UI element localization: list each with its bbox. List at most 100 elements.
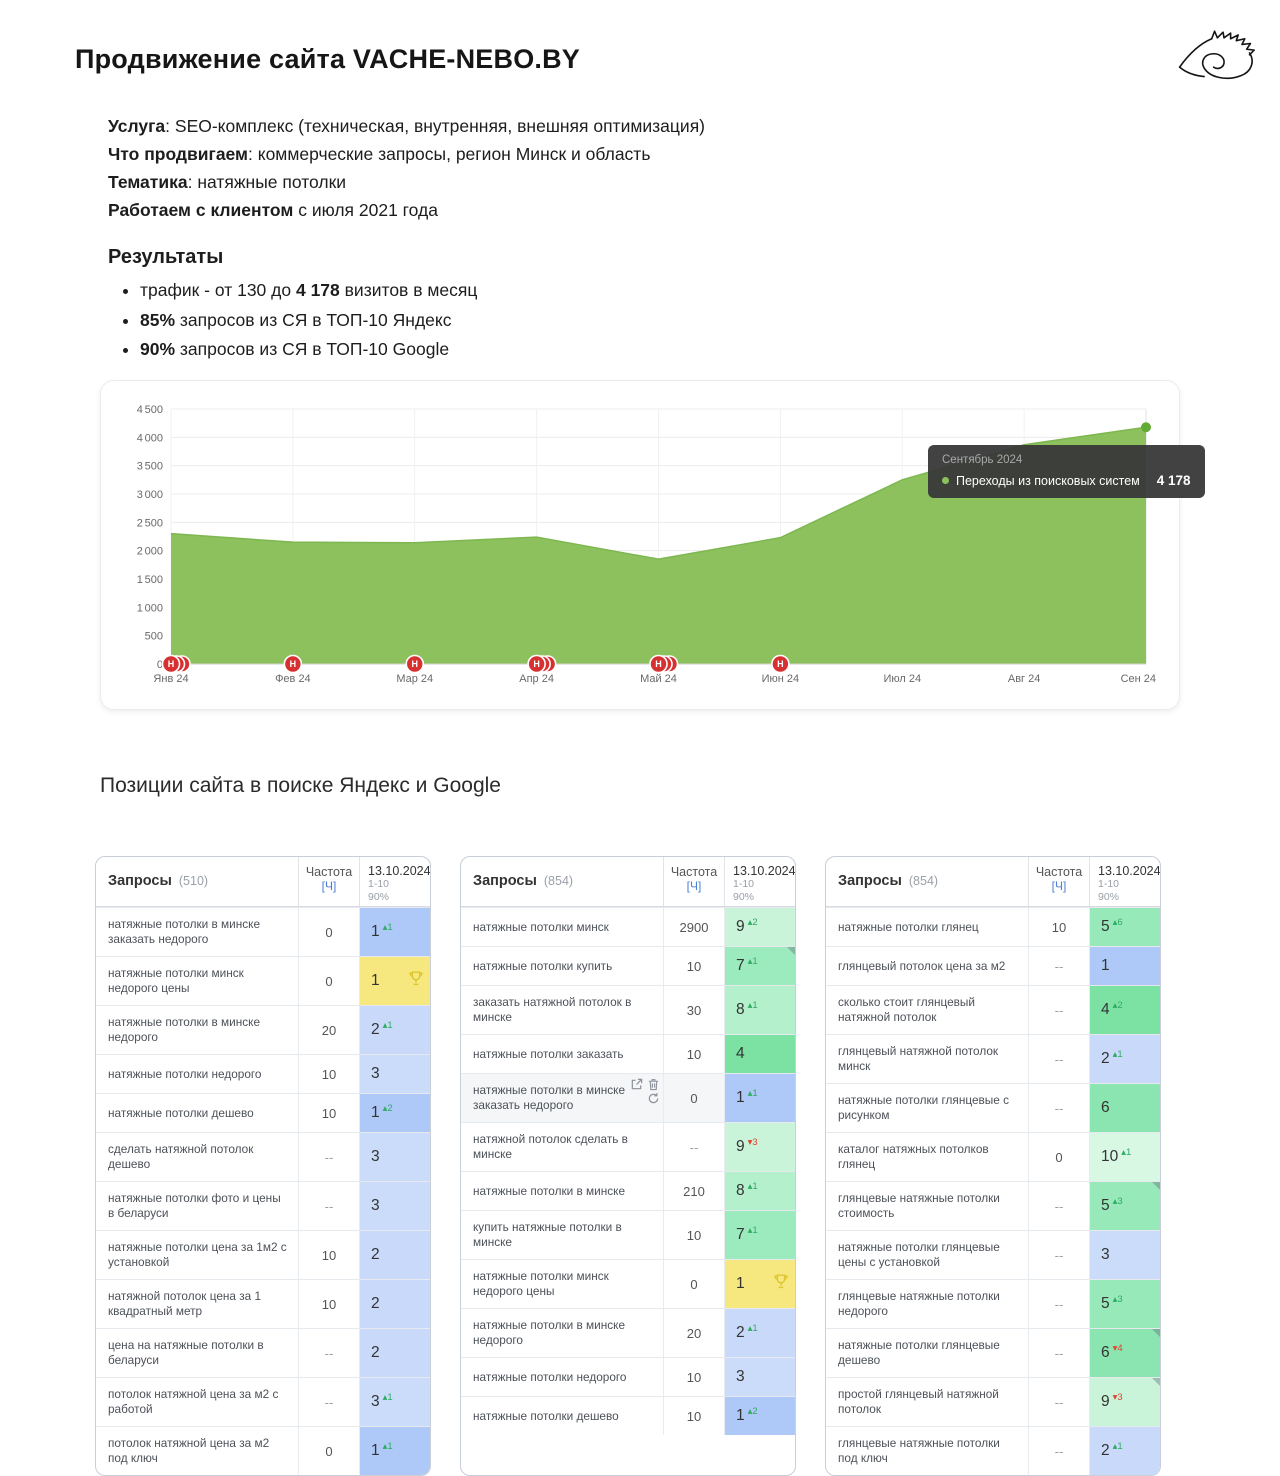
table-row[interactable]: натяжной потолок сделать в минске -- 9 ▾3 bbox=[461, 1122, 795, 1171]
position-change: ▴1 bbox=[382, 1440, 393, 1452]
frequency-cell: -- bbox=[1028, 1182, 1090, 1230]
query-cell: натяжные потолки недорого bbox=[473, 1369, 627, 1384]
table-row[interactable]: натяжные потолки минск 2900 9 ▴2 bbox=[461, 907, 795, 946]
table-row[interactable]: цена на натяжные потолки в беларуси -- 2 bbox=[96, 1328, 430, 1377]
table-row[interactable]: натяжные потолки минск недорого цены 0 1 bbox=[461, 1259, 795, 1308]
table-row[interactable]: натяжные потолки в минске недорого 20 2 ▴… bbox=[461, 1308, 795, 1357]
delete-icon[interactable] bbox=[647, 1078, 660, 1091]
date-header[interactable]: 13.10.2024 1-10 90% bbox=[360, 857, 430, 906]
table-row[interactable]: натяжные потолки недорого 10 3 bbox=[461, 1357, 795, 1396]
query-cell: натяжные потолки минск недорого цены bbox=[108, 966, 244, 995]
position-cell: 9 ▴2 bbox=[725, 908, 795, 946]
position-cell: 3 bbox=[360, 1182, 430, 1230]
table-row[interactable]: сделать натяжной потолок дешево -- 3 bbox=[96, 1132, 430, 1181]
table-row[interactable]: простой глянцевый натяжной потолок -- 9 ▾… bbox=[826, 1377, 1160, 1426]
position-cell: 3 bbox=[1090, 1231, 1160, 1279]
position-cell: 1 ▴2 bbox=[360, 1094, 430, 1132]
position-change: ▾4 bbox=[1112, 1342, 1123, 1354]
frequency-cell: 10 bbox=[298, 1094, 360, 1132]
query-cell: сделать натяжной потолок дешево bbox=[108, 1142, 254, 1171]
table-row[interactable]: натяжные потолки минск недорого цены 0 1 bbox=[96, 956, 430, 1005]
table-row[interactable]: натяжные потолки в минске заказать недор… bbox=[96, 907, 430, 956]
frequency-cell: -- bbox=[298, 1329, 360, 1377]
table-row[interactable]: глянцевые натяжные потолки стоимость -- … bbox=[826, 1181, 1160, 1230]
x-tick-label: Июл 24 bbox=[883, 673, 921, 685]
table-row[interactable]: натяжные потолки глянцевые дешево -- 6 ▾4 bbox=[826, 1328, 1160, 1377]
open-url-icon[interactable] bbox=[630, 1078, 643, 1091]
table-row[interactable]: натяжные потолки глянцевые с рисунком --… bbox=[826, 1083, 1160, 1132]
table-row[interactable]: натяжные потолки дешево 10 1 ▴2 bbox=[461, 1396, 795, 1435]
frequency-cell: 10 bbox=[298, 1055, 360, 1093]
position-cell: 10 ▴1 bbox=[1090, 1133, 1160, 1181]
frequency-unit-link[interactable]: [Ч] bbox=[1052, 879, 1067, 893]
position-cell: 9 ▾3 bbox=[725, 1123, 795, 1171]
query-cell: натяжные потолки минск bbox=[473, 919, 609, 934]
x-tick-label: Мар 24 bbox=[396, 673, 433, 685]
position-change: ▴1 bbox=[747, 1087, 758, 1099]
table-row[interactable]: натяжные потолки дешево 10 1 ▴2 bbox=[96, 1093, 430, 1132]
metrika-note-letter: Н bbox=[533, 659, 540, 669]
query-cell: натяжные потолки в минске недорого bbox=[473, 1318, 626, 1347]
frequency-unit-link[interactable]: [Ч] bbox=[687, 879, 702, 893]
position-cell: 7 ▴1 bbox=[725, 1211, 795, 1259]
chart-tooltip: Сентябрь 2024 Переходы из поисковых сист… bbox=[928, 445, 1205, 498]
table-row[interactable]: натяжной потолок цена за 1 квадратный ме… bbox=[96, 1279, 430, 1328]
x-tick-label: Апр 24 bbox=[519, 673, 554, 685]
table-row[interactable]: глянцевые натяжные потолки недорого -- 5… bbox=[826, 1279, 1160, 1328]
frequency-cell: -- bbox=[1028, 1329, 1090, 1377]
date-header[interactable]: 13.10.2024 1-10 90% bbox=[725, 857, 795, 906]
frequency-cell: 2900 bbox=[663, 908, 725, 946]
position-cell: 1 bbox=[1090, 947, 1160, 985]
table-row[interactable]: сколько стоит глянцевый натяжной потолок… bbox=[826, 985, 1160, 1034]
trophy-icon bbox=[407, 970, 425, 993]
table-row[interactable]: потолок натяжной цена за м2 с работой --… bbox=[96, 1377, 430, 1426]
queries-header-label: Запросы bbox=[473, 873, 537, 889]
table-row[interactable]: натяжные потолки глянцевые цены с устано… bbox=[826, 1230, 1160, 1279]
table-row[interactable]: натяжные потолки цена за 1м2 с установко… bbox=[96, 1230, 430, 1279]
y-tick-label: 1 000 bbox=[137, 602, 163, 614]
frequency-header: Частота [Ч] bbox=[298, 857, 360, 906]
table-row[interactable]: потолок натяжной цена за м2 под ключ 0 1… bbox=[96, 1426, 430, 1475]
frequency-cell: -- bbox=[1028, 1378, 1090, 1426]
table-row[interactable]: натяжные потолки в минске недорого 20 2 ▴… bbox=[96, 1005, 430, 1054]
table-row[interactable]: купить натяжные потолки в минске 10 7 ▴1 bbox=[461, 1210, 795, 1259]
x-tick-label: Фев 24 bbox=[275, 673, 311, 685]
frequency-cell: 10 bbox=[663, 1397, 725, 1435]
position-change: ▴1 bbox=[747, 1322, 758, 1334]
table-row[interactable]: глянцевый натяжной потолок минск -- 2 ▴1 bbox=[826, 1034, 1160, 1083]
position-change: ▴2 bbox=[382, 1102, 393, 1114]
positions-tables: Запросы (510) Частота [Ч] 13.10.2024 1-10 90… bbox=[95, 856, 1161, 1476]
frequency-cell: -- bbox=[298, 1133, 360, 1181]
y-tick-label: 3 000 bbox=[137, 489, 163, 501]
info-line-since: Работаем с клиентом с июля 2021 года bbox=[108, 200, 438, 220]
x-tick-label: Янв 24 bbox=[153, 673, 188, 685]
table-row[interactable]: натяжные потолки недорого 10 3 bbox=[96, 1054, 430, 1093]
info-line-topic: Тематика: натяжные потолки bbox=[108, 172, 346, 192]
query-cell: глянцевый потолок цена за м2 bbox=[838, 958, 1006, 973]
table-row[interactable]: натяжные потолки глянец 10 5 ▴6 bbox=[826, 907, 1160, 946]
table-row[interactable]: каталог натяжных потолков глянец 0 10 ▴1 bbox=[826, 1132, 1160, 1181]
table-row[interactable]: натяжные потолки заказать 10 4 bbox=[461, 1034, 795, 1073]
tooltip-value: 4 178 bbox=[1156, 473, 1191, 488]
queries-count: (510) bbox=[178, 874, 209, 888]
traffic-chart-card: 0 500 1 000 1 500 2 000 2 500 3 000 3 500 4 000 4… bbox=[100, 380, 1205, 710]
table-row[interactable]: натяжные потолки фото и цены в беларуси … bbox=[96, 1181, 430, 1230]
frequency-cell: -- bbox=[663, 1123, 725, 1171]
table-row[interactable]: натяжные потолки купить 10 7 ▴1 bbox=[461, 946, 795, 985]
y-tick-label: 2 000 bbox=[137, 546, 163, 558]
position-change: ▴1 bbox=[747, 999, 758, 1011]
frequency-cell: -- bbox=[298, 1182, 360, 1230]
query-cell: натяжные потолки глянцевые с рисунком bbox=[838, 1093, 1010, 1122]
table-row[interactable]: натяжные потолки в минске заказать недор… bbox=[461, 1073, 795, 1122]
query-cell: натяжные потолки купить bbox=[473, 958, 613, 973]
table-row[interactable]: глянцевый потолок цена за м2 -- 1 bbox=[826, 946, 1160, 985]
frequency-cell: 10 bbox=[663, 1035, 725, 1073]
query-cell: натяжные потолки дешево bbox=[473, 1408, 619, 1423]
table-row[interactable]: заказать натяжной потолок в минске 30 8 ▴… bbox=[461, 985, 795, 1034]
table-row[interactable]: глянцевые натяжные потолки под ключ -- 2… bbox=[826, 1426, 1160, 1475]
table-row[interactable]: натяжные потолки в минске 210 8 ▴1 bbox=[461, 1171, 795, 1210]
refresh-icon[interactable] bbox=[647, 1092, 660, 1105]
date-header[interactable]: 13.10.2024 1-10 90% bbox=[1090, 857, 1160, 906]
query-cell: цена на натяжные потолки в беларуси bbox=[108, 1338, 264, 1367]
frequency-unit-link[interactable]: [Ч] bbox=[322, 879, 337, 893]
